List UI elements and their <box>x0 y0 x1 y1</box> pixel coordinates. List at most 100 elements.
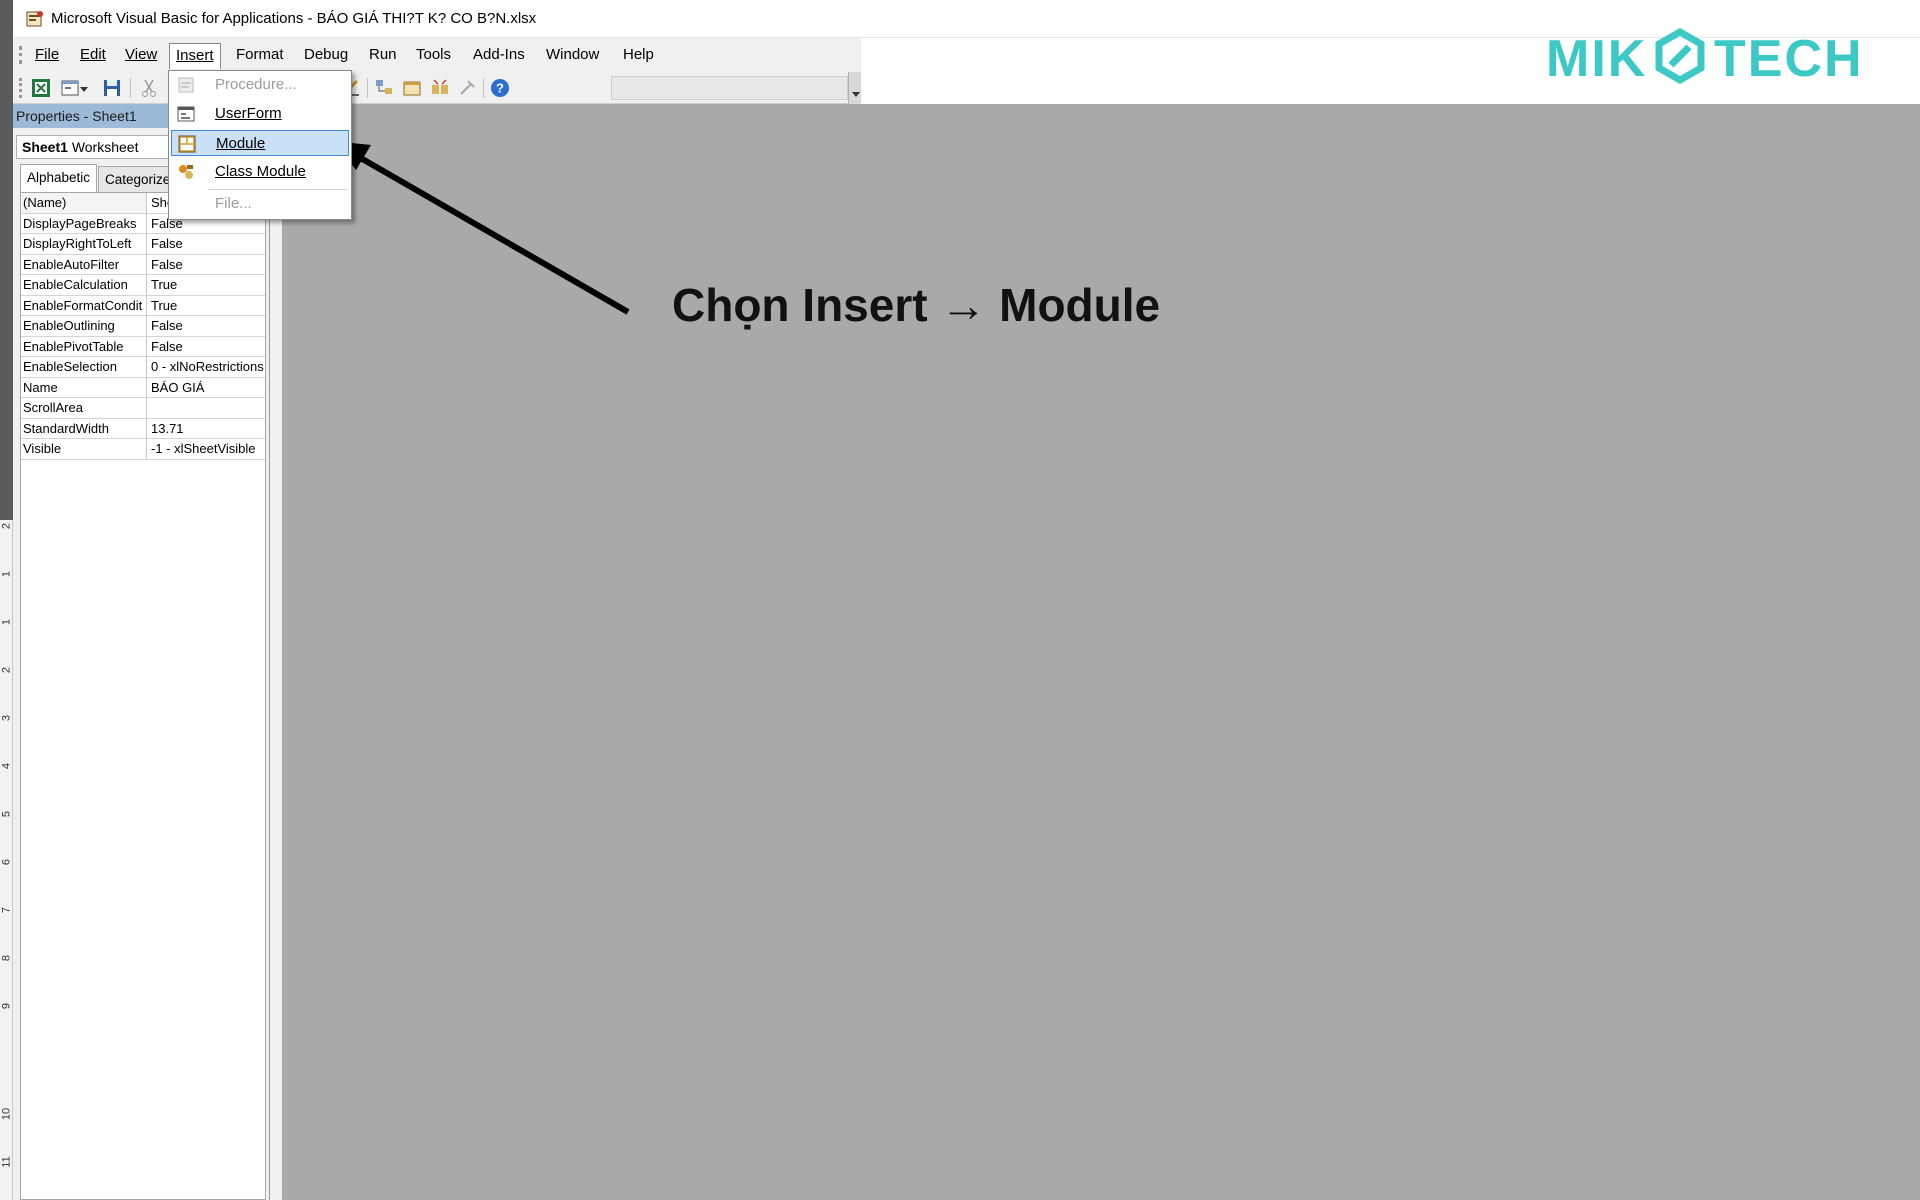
property-name: EnableOutlining <box>21 316 147 336</box>
property-value[interactable]: False <box>148 316 265 336</box>
save-icon[interactable] <box>101 77 123 99</box>
menu-item-procedure[interactable]: Procedure... <box>171 72 349 98</box>
property-row[interactable]: Visible -1 - xlSheetVisible <box>21 439 265 460</box>
standard-toolbar: ? <box>13 72 861 104</box>
property-row[interactable]: EnablePivotTable False <box>21 336 265 357</box>
toolbar-separator <box>367 78 368 98</box>
property-name: EnableAutoFilter <box>21 254 147 275</box>
property-value[interactable]: -1 - xlSheetVisible <box>148 439 265 459</box>
ruler-number: 3 <box>0 714 13 722</box>
ruler-number: 5 <box>0 810 13 818</box>
menu-run[interactable]: Run <box>369 46 397 63</box>
menu-file[interactable]: File <box>35 46 59 63</box>
svg-text:TECH: TECH <box>1714 30 1864 88</box>
ruler-number: 6 <box>0 858 13 866</box>
menu-item-module[interactable]: Module <box>171 130 349 156</box>
class-module-icon <box>179 165 193 179</box>
module-icon <box>178 135 196 153</box>
menu-add-ins[interactable]: Add-Ins <box>473 46 525 63</box>
property-row[interactable]: EnableOutlining False <box>21 316 265 337</box>
property-name: (Name) <box>21 193 147 213</box>
tab-categorized[interactable]: Categorize <box>98 166 178 192</box>
menubar-grip[interactable] <box>19 46 22 64</box>
userform-icon <box>177 106 195 122</box>
property-value[interactable]: False <box>148 255 265 275</box>
menu-item-label: File... <box>215 195 252 212</box>
menu-tools[interactable]: Tools <box>416 46 451 63</box>
toolbox-icon[interactable] <box>456 77 478 99</box>
toolbar-grip[interactable] <box>19 78 22 98</box>
menu-bar: File Edit View Insert Format Debug Run T… <box>13 38 861 72</box>
menu-window[interactable]: Window <box>546 46 599 63</box>
property-row[interactable]: EnableSelection 0 - xlNoRestrictions <box>21 357 265 378</box>
object-name: Sheet1 <box>22 139 68 155</box>
menu-item-label: Procedure... <box>215 76 297 93</box>
menu-item-userform[interactable]: UserForm <box>171 101 349 127</box>
property-name: StandardWidth <box>21 418 147 439</box>
property-name: Visible <box>21 439 147 459</box>
property-value[interactable]: BÁO GIÁ <box>148 378 265 398</box>
menu-view[interactable]: View <box>125 46 157 63</box>
ruler-number: 11 <box>0 1156 13 1168</box>
property-value[interactable]: 13.71 <box>148 419 265 439</box>
menu-item-file[interactable]: File... <box>171 191 349 217</box>
menu-debug[interactable]: Debug <box>304 46 348 63</box>
window-title: Microsoft Visual Basic for Applications … <box>51 10 537 27</box>
svg-text:MIK: MIK <box>1546 30 1647 88</box>
instruction-annotation: Chọn Insert → Module <box>672 279 1161 331</box>
property-value[interactable]: False <box>148 337 265 357</box>
menu-separator <box>209 189 347 190</box>
property-name: EnableSelection <box>21 357 147 377</box>
menu-format[interactable]: Format <box>236 46 284 63</box>
toolbar-separator <box>483 78 484 98</box>
project-explorer-icon[interactable] <box>373 77 395 99</box>
cut-icon[interactable] <box>138 77 160 99</box>
menu-help[interactable]: Help <box>623 46 654 63</box>
insert-dropdown-menu: Procedure... UserForm Module Class Modul… <box>168 70 352 220</box>
toolbar-overflow-button[interactable] <box>848 72 861 104</box>
property-value[interactable] <box>148 398 265 418</box>
ruler-number: 2 <box>0 666 13 674</box>
menu-edit[interactable]: Edit <box>80 46 106 63</box>
ruler-number: 10 <box>0 1107 13 1121</box>
toolbar-separator <box>130 78 131 98</box>
property-name: DisplayPageBreaks <box>21 213 147 234</box>
property-name: ScrollArea <box>21 398 147 418</box>
toolbar-position-box <box>611 76 848 100</box>
property-value[interactable]: False <box>148 234 265 254</box>
property-row[interactable]: StandardWidth 13.71 <box>21 418 265 439</box>
property-row[interactable]: EnableCalculation True <box>21 275 265 296</box>
property-value[interactable]: True <box>148 296 265 316</box>
view-excel-icon[interactable] <box>30 77 52 99</box>
ruler-number: 1 <box>0 618 13 626</box>
ruler-number: 8 <box>0 954 13 962</box>
property-row[interactable]: EnableFormatCondit True <box>21 295 265 316</box>
vba-app-icon <box>26 11 43 27</box>
dropdown-arrow-icon[interactable] <box>79 77 89 99</box>
vertical-ruler: 2 1 1 2 3 4 5 6 7 8 9 10 11 <box>0 520 13 1200</box>
property-name: EnableCalculation <box>21 275 147 295</box>
menu-item-class-module[interactable]: Class Module <box>171 159 349 185</box>
property-row[interactable]: EnableAutoFilter False <box>21 254 265 275</box>
menu-item-label: UserForm <box>215 105 282 122</box>
object-browser-icon[interactable] <box>429 77 451 99</box>
code-workspace[interactable] <box>270 104 1920 1200</box>
menu-item-label: Class Module <box>215 163 306 180</box>
properties-window-icon[interactable] <box>401 77 423 99</box>
svg-text:?: ? <box>496 81 504 96</box>
property-name: EnableFormatCondit <box>21 295 147 316</box>
ruler-number: 1 <box>0 570 13 578</box>
properties-window: Properties - Sheet1 Sheet1 Worksheet Alp… <box>13 104 270 1200</box>
tab-alphabetic[interactable]: Alphabetic <box>20 164 98 192</box>
insert-userform-icon[interactable] <box>59 77 81 99</box>
property-value[interactable]: True <box>148 275 265 295</box>
property-name: EnablePivotTable <box>21 336 147 357</box>
help-icon[interactable]: ? <box>489 77 511 99</box>
menu-insert[interactable]: Insert <box>169 43 221 69</box>
property-name: Name <box>21 377 147 398</box>
mikotech-logo: MIK TECH <box>1546 27 1864 88</box>
property-value[interactable]: 0 - xlNoRestrictions <box>148 357 265 377</box>
property-row[interactable]: Name BÁO GIÁ <box>21 377 265 398</box>
property-row[interactable]: ScrollArea <box>21 398 265 419</box>
property-row[interactable]: DisplayRightToLeft False <box>21 234 265 255</box>
